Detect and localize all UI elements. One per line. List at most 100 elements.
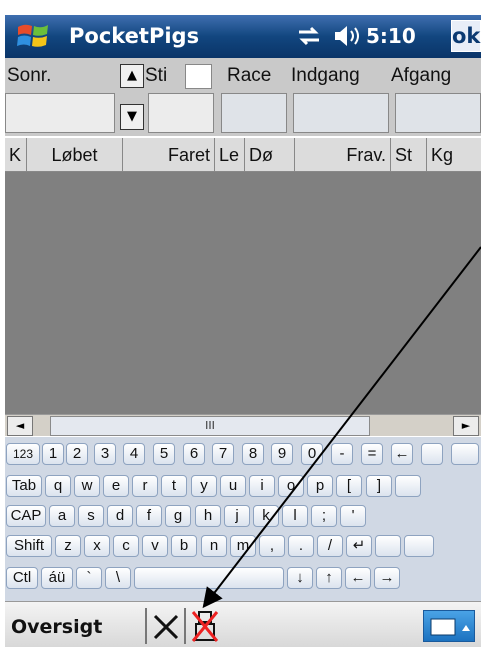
data-grid[interactable] [5, 172, 481, 414]
key[interactable]: 5 [153, 443, 175, 465]
scroll-right-button[interactable]: ► [453, 416, 479, 436]
key[interactable]: 7 [212, 443, 234, 465]
key[interactable]: ] [366, 475, 392, 497]
clock-time[interactable]: 5:10 [366, 24, 416, 48]
close-x-icon[interactable] [151, 612, 181, 642]
bottom-menu-bar: Oversigt [5, 601, 481, 647]
scroll-thumb[interactable]: III [50, 416, 370, 436]
key[interactable]: 3 [94, 443, 116, 465]
spin-down-button[interactable]: ▼ [120, 104, 144, 130]
key[interactable]: 6 [183, 443, 205, 465]
start-windows-icon[interactable] [15, 19, 51, 53]
key[interactable]: e [103, 475, 129, 497]
sti-checkbox[interactable] [185, 64, 212, 89]
key[interactable]: y [191, 475, 217, 497]
key[interactable]: . [288, 535, 314, 557]
key[interactable] [421, 443, 443, 465]
app-title: PocketPigs [69, 24, 200, 48]
key[interactable]: ↵ [346, 535, 372, 557]
key[interactable]: g [165, 505, 191, 527]
key[interactable]: 9 [271, 443, 293, 465]
keyboard-icon[interactable] [423, 610, 475, 642]
sti-field[interactable] [148, 93, 214, 133]
softkey-oversigt[interactable]: Oversigt [11, 616, 102, 638]
key-accents[interactable]: áü [41, 567, 73, 589]
key[interactable]: c [113, 535, 139, 557]
key-ctrl[interactable]: Ctl [6, 567, 38, 589]
column-header-row: K Løbet Faret Le Dø Frav. St Kg [5, 137, 481, 172]
key[interactable]: 1 [42, 443, 64, 465]
key[interactable]: l [282, 505, 308, 527]
column-header[interactable]: Kg [427, 138, 481, 172]
key[interactable]: ' [340, 505, 366, 527]
ok-button[interactable]: ok [451, 20, 481, 52]
column-header[interactable]: Frav. [295, 138, 391, 172]
key[interactable]: = [361, 443, 383, 465]
key[interactable]: o [278, 475, 304, 497]
key-tab[interactable]: Tab [6, 475, 42, 497]
key[interactable]: j [224, 505, 250, 527]
key[interactable]: \ [105, 567, 131, 589]
key-shift[interactable]: Shift [6, 535, 52, 557]
key[interactable]: w [74, 475, 100, 497]
key[interactable]: s [78, 505, 104, 527]
sonr-field[interactable] [5, 93, 115, 133]
key[interactable]: u [220, 475, 246, 497]
key[interactable]: z [55, 535, 81, 557]
key[interactable]: x [84, 535, 110, 557]
spin-up-button[interactable]: ▲ [120, 64, 144, 88]
key[interactable]: f [136, 505, 162, 527]
column-header[interactable]: K [5, 138, 27, 172]
column-header[interactable]: Dø [245, 138, 295, 172]
key[interactable]: - [331, 443, 353, 465]
key-arrow-up[interactable]: ↑ [316, 567, 342, 589]
title-bar: PocketPigs 5:10 ok [5, 15, 481, 58]
column-header[interactable]: Faret [123, 138, 215, 172]
key[interactable]: ← [391, 443, 413, 465]
key-enter[interactable] [404, 535, 434, 557]
key-caps[interactable]: CAP [6, 505, 46, 527]
key-space[interactable] [134, 567, 284, 589]
key[interactable]: / [317, 535, 343, 557]
key[interactable]: [ [336, 475, 362, 497]
key[interactable]: t [161, 475, 187, 497]
key[interactable]: q [45, 475, 71, 497]
key[interactable]: 2 [66, 443, 88, 465]
key[interactable]: 4 [123, 443, 145, 465]
key[interactable]: v [142, 535, 168, 557]
key[interactable]: i [249, 475, 275, 497]
key[interactable]: m [230, 535, 256, 557]
key[interactable]: r [132, 475, 158, 497]
afgang-field[interactable] [395, 93, 481, 133]
key[interactable]: a [49, 505, 75, 527]
key[interactable]: 0 [301, 443, 323, 465]
key[interactable]: p [307, 475, 333, 497]
key[interactable]: 8 [242, 443, 264, 465]
key[interactable]: , [259, 535, 285, 557]
key[interactable]: k [253, 505, 279, 527]
key[interactable] [375, 535, 401, 557]
race-field[interactable] [221, 93, 287, 133]
key[interactable]: ; [311, 505, 337, 527]
scroll-left-button[interactable]: ◄ [7, 416, 33, 436]
key[interactable]: n [201, 535, 227, 557]
column-header[interactable]: Le [215, 138, 245, 172]
delete-pig-icon[interactable] [190, 608, 220, 644]
horizontal-scrollbar[interactable]: ◄ III ► [5, 414, 481, 436]
key[interactable]: b [171, 535, 197, 557]
key-arrow-left[interactable]: ← [345, 567, 371, 589]
column-header[interactable]: St [391, 138, 427, 172]
race-label: Race [227, 65, 272, 86]
speaker-icon[interactable] [332, 23, 362, 49]
connectivity-icon[interactable] [295, 23, 323, 49]
indgang-field[interactable] [293, 93, 389, 133]
key[interactable]: h [195, 505, 221, 527]
column-header[interactable]: Løbet [27, 138, 123, 172]
key-arrow-down[interactable]: ↓ [287, 567, 313, 589]
key-backspace[interactable] [451, 443, 479, 465]
key[interactable] [395, 475, 421, 497]
key-arrow-right[interactable]: → [374, 567, 400, 589]
key[interactable]: d [107, 505, 133, 527]
key[interactable]: ` [76, 567, 102, 589]
key-123[interactable]: 123 [6, 443, 40, 465]
